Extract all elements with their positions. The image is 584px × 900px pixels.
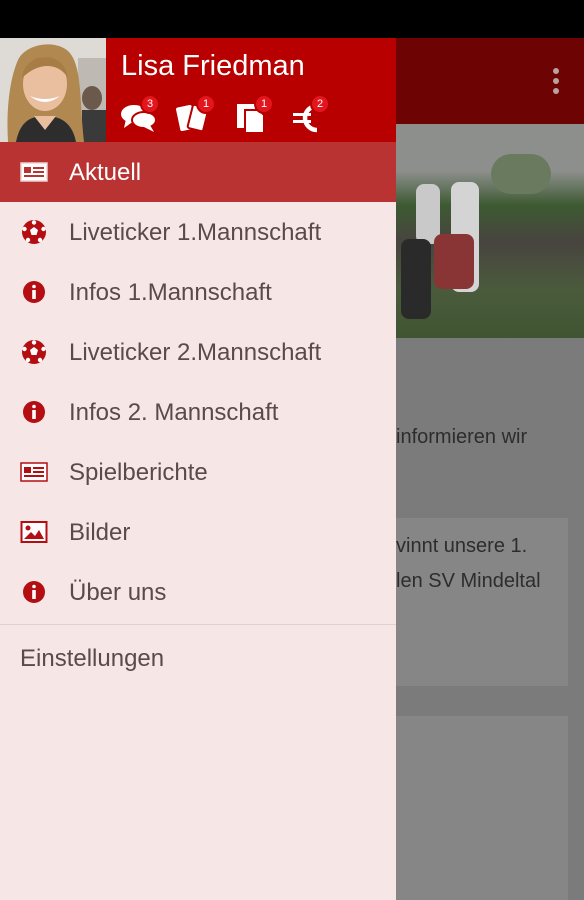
badge-count: 3 xyxy=(140,94,160,114)
menu-item-label: Infos 1.Mannschaft xyxy=(69,279,272,306)
avatar[interactable] xyxy=(0,38,106,142)
menu-item-label: Spielberichte xyxy=(69,459,208,486)
menu-item-infos-1[interactable]: Infos 1.Mannschaft xyxy=(0,262,396,322)
card-text: len SV Mindeltal xyxy=(396,570,541,592)
status-bar xyxy=(0,0,584,38)
messages-button[interactable]: 3 xyxy=(120,94,160,134)
menu-item-ueber-uns[interactable]: Über uns xyxy=(0,562,396,622)
badge-count: 1 xyxy=(254,94,274,114)
menu-item-liveticker-1[interactable]: Liveticker 1.Mannschaft xyxy=(0,202,396,262)
menu-item-label: Bilder xyxy=(69,519,131,546)
menu-item-label: Aktuell xyxy=(69,159,142,186)
drawer-menu: Aktuell Liveticker 1.Mannschaft Infos 1.… xyxy=(0,142,396,691)
news-card[interactable] xyxy=(396,716,568,900)
card-text: vinnt unsere 1. xyxy=(396,535,528,557)
image-icon xyxy=(20,519,48,545)
menu-item-label: Infos 2. Mannschaft xyxy=(69,399,279,426)
payments-button[interactable]: 2 xyxy=(290,94,330,134)
news-photo xyxy=(396,124,584,338)
menu-item-infos-2[interactable]: Infos 2. Mannschaft xyxy=(0,382,396,442)
news-icon xyxy=(20,159,48,185)
menu-item-bilder[interactable]: Bilder xyxy=(0,502,396,562)
settings-label: Einstellungen xyxy=(20,645,165,672)
info-icon xyxy=(20,279,48,305)
navigation-drawer: Lisa Friedman 3 1 1 2 Aktuell Liveticker… xyxy=(0,38,396,900)
menu-item-liveticker-2[interactable]: Liveticker 2.Mannschaft xyxy=(0,322,396,382)
badge-count: 1 xyxy=(196,94,216,114)
menu-item-aktuell[interactable]: Aktuell xyxy=(0,142,396,202)
menu-item-label: Liveticker 2.Mannschaft xyxy=(69,339,322,366)
soccer-ball-icon xyxy=(20,339,48,365)
soccer-ball-icon xyxy=(20,219,48,245)
overflow-menu-icon[interactable] xyxy=(552,68,560,96)
menu-item-label: Liveticker 1.Mannschaft xyxy=(69,219,322,246)
cards-button[interactable]: 1 xyxy=(176,94,216,134)
news-icon xyxy=(20,459,48,485)
user-name: Lisa Friedman xyxy=(121,50,305,82)
menu-item-spielberichte[interactable]: Spielberichte xyxy=(0,442,396,502)
badge-count: 2 xyxy=(310,94,330,114)
info-icon xyxy=(20,579,48,605)
article-text: informieren wir xyxy=(396,426,528,448)
menu-item-einstellungen[interactable]: Einstellungen xyxy=(0,625,396,691)
info-icon xyxy=(20,399,48,425)
profile-header: Lisa Friedman 3 1 1 2 xyxy=(0,38,396,142)
documents-button[interactable]: 1 xyxy=(234,94,274,134)
menu-item-label: Über uns xyxy=(69,579,167,606)
